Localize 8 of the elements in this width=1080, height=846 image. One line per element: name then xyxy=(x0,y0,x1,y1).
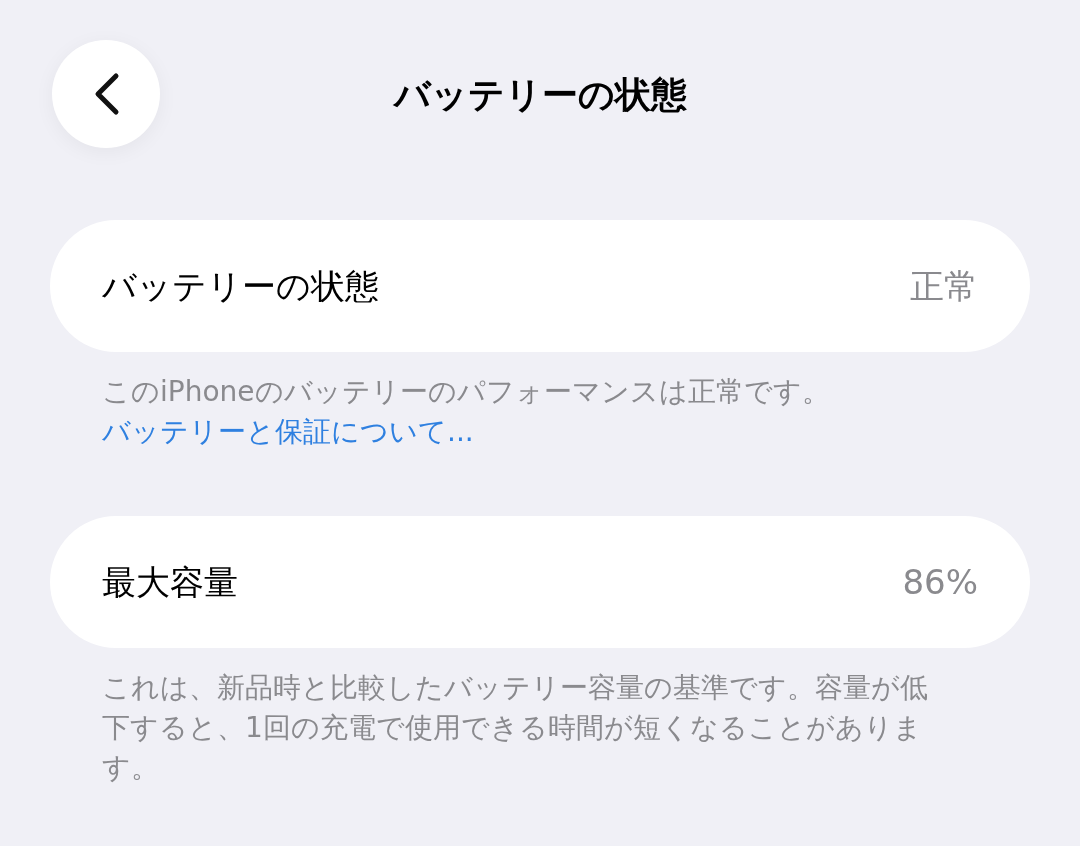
footnote-text: これは、新品時と比較したバッテリー容量の基準です。容量が低下すると、1回の充電で使用できる時間が短くなることがあります。 xyxy=(101,670,929,786)
setting-value: 正常 xyxy=(910,264,978,308)
setting-label: 最大容量 xyxy=(102,560,238,604)
setting-label: バッテリーの状態 xyxy=(102,264,379,308)
footnote-text: このiPhoneのバッテリーのパフォーマンスは正常です。 バッテリーと保証について... xyxy=(101,374,831,450)
page-title: バッテリーの状態 xyxy=(393,73,687,117)
setting-value: 86% xyxy=(902,560,978,604)
warranty-link[interactable]: バッテリーと保証について... xyxy=(102,415,474,448)
